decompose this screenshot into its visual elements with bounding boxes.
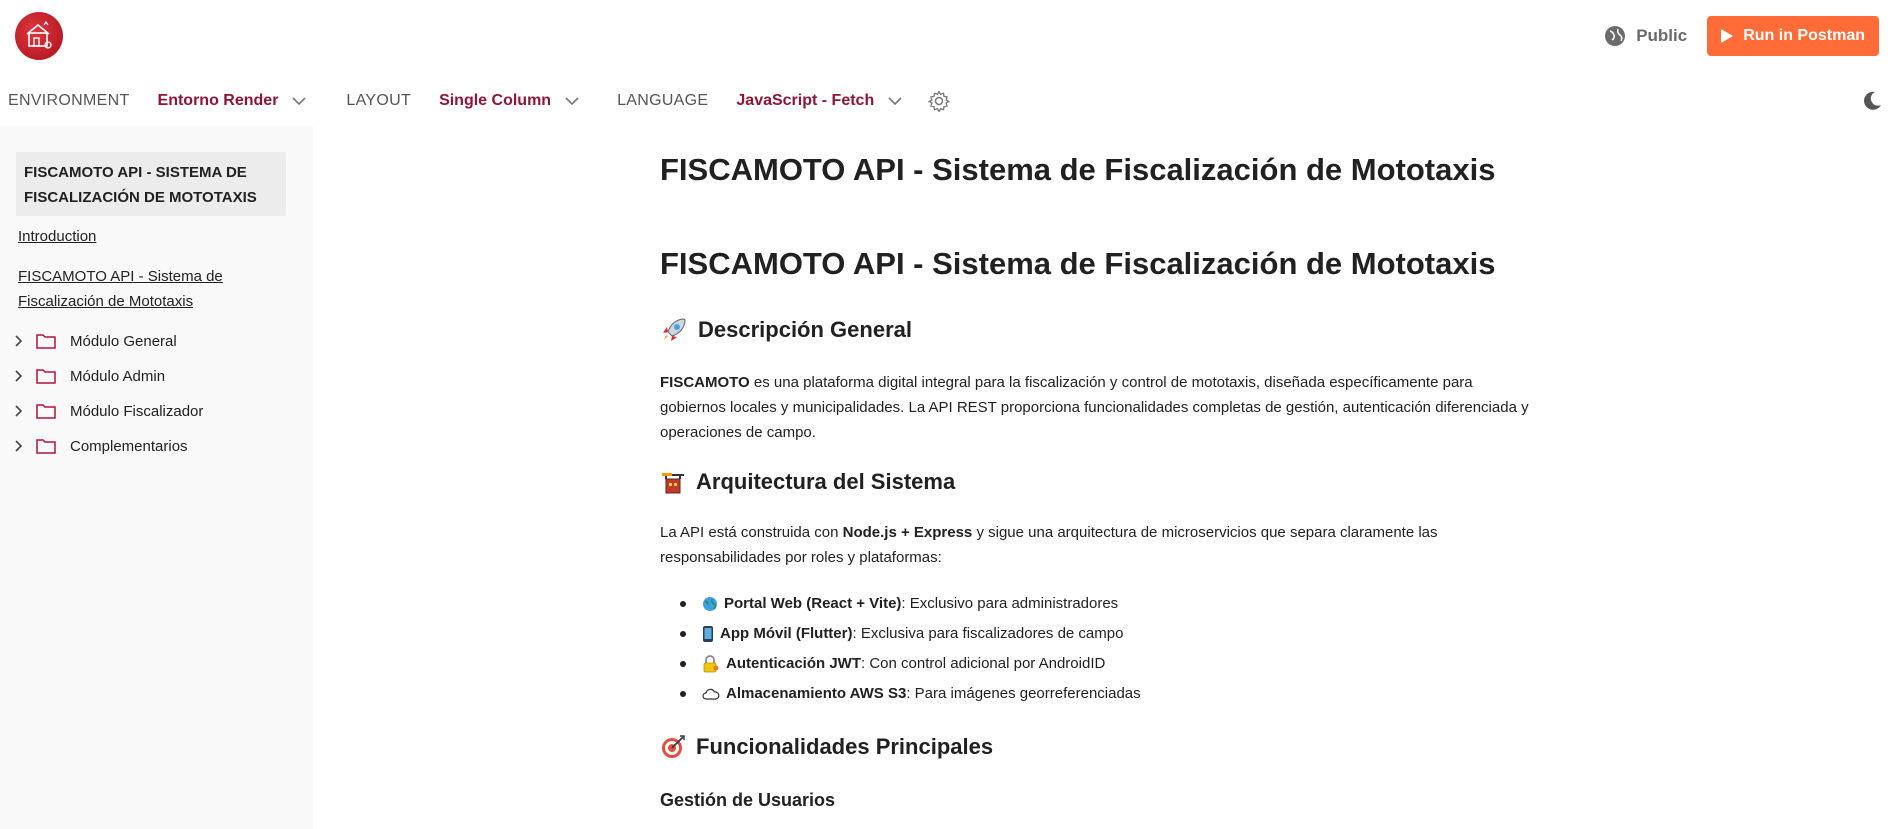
play-icon <box>1721 29 1734 43</box>
fiscamoto-logo-icon <box>26 20 52 49</box>
cloud-icon <box>702 688 720 700</box>
visibility-label: Public <box>1636 26 1688 45</box>
theme-toggle[interactable] <box>1861 90 1883 117</box>
feature-text: : Exclusiva para fiscalizadores de campo <box>852 625 1124 642</box>
moon-icon <box>1864 91 1881 110</box>
environment-dropdown[interactable]: Entorno Render <box>158 92 307 110</box>
paragraph-text: es una plataforma digital integral para … <box>660 374 1529 441</box>
description-paragraph: FISCAMOTO es una plataforma digital inte… <box>660 370 1540 445</box>
visibility-indicator[interactable]: Public <box>1604 25 1687 47</box>
feature-text: : Para imágenes georreferenciadas <box>906 685 1141 702</box>
direct-hit-icon <box>662 735 685 758</box>
header-actions: Public Run in Postman <box>1604 16 1879 56</box>
section-heading-funcionalidades: Funcionalidades Principales <box>660 734 993 760</box>
subsection-heading: Gestión de Usuarios <box>660 790 836 810</box>
list-item: App Móvil (Flutter): Exclusiva para fisc… <box>680 619 1141 649</box>
list-item: Autenticación JWT: Con control adicional… <box>680 649 1141 679</box>
sidebar-folder-modulo-fiscalizador[interactable]: Módulo Fiscalizador <box>12 396 203 426</box>
folder-icon <box>36 334 56 349</box>
chevron-right-icon <box>15 405 23 417</box>
bold-text: FISCAMOTO <box>660 374 750 391</box>
feature-title: App Móvil (Flutter) <box>720 625 853 642</box>
globe-icon <box>1605 26 1626 46</box>
chevron-down-icon <box>888 96 902 105</box>
layout-label: LAYOUT <box>346 92 412 109</box>
sidebar-folder-label: Módulo Fiscalizador <box>70 402 204 420</box>
layout-value: Single Column <box>439 92 552 109</box>
folder-icon <box>36 369 56 384</box>
folder-icon <box>36 439 56 454</box>
settings-bar: ENVIRONMENT Entorno Render LAYOUT Single… <box>0 80 1895 122</box>
section-heading-arquitectura: Arquitectura del Sistema <box>660 469 955 495</box>
feature-list: Portal Web (React + Vite): Exclusivo par… <box>680 589 1141 709</box>
feature-title: Portal Web (React + Vite) <box>724 595 902 612</box>
run-in-postman-button[interactable]: Run in Postman <box>1707 16 1879 56</box>
environment-value: Entorno Render <box>157 92 279 109</box>
chevron-down-icon <box>565 96 579 105</box>
layout-dropdown[interactable]: Single Column <box>439 92 579 110</box>
sidebar-folder-modulo-admin[interactable]: Módulo Admin <box>12 361 165 391</box>
top-header: Public Run in Postman <box>0 0 1895 72</box>
section-title: Descripción General <box>698 317 912 342</box>
architecture-paragraph: La API está construida con Node.js + Exp… <box>660 520 1540 570</box>
list-item: Portal Web (React + Vite): Exclusivo par… <box>680 589 1141 619</box>
sidebar-folder-modulo-general[interactable]: Módulo General <box>12 326 177 356</box>
rocket-icon <box>663 318 686 341</box>
section-heading-descripcion: Descripción General <box>660 316 912 344</box>
chevron-right-icon <box>15 440 23 452</box>
list-item: Almacenamiento AWS S3: Para imágenes geo… <box>680 679 1141 709</box>
bold-text: Node.js + Express <box>842 524 973 541</box>
language-value: JavaScript - Fetch <box>736 92 875 109</box>
run-button-label: Run in Postman <box>1743 27 1865 44</box>
settings-button[interactable] <box>928 90 951 112</box>
chevron-right-icon <box>15 335 23 347</box>
section-title: Funcionalidades Principales <box>696 734 994 759</box>
logo[interactable] <box>15 12 63 60</box>
feature-title: Autenticación JWT <box>726 655 862 672</box>
building-construction-icon <box>662 473 684 494</box>
environment-label: ENVIRONMENT <box>8 92 130 109</box>
feature-text: : Exclusivo para administradores <box>901 595 1119 612</box>
sidebar-folder-label: Complementarios <box>70 437 188 455</box>
globe-icon <box>703 597 717 611</box>
sidebar-folder-complementarios[interactable]: Complementarios <box>12 431 188 461</box>
folder-icon <box>36 404 56 419</box>
section-title: Arquitectura del Sistema <box>696 469 956 494</box>
sidebar: FISCAMOTO API - SISTEMA DE FISCALIZACIÓN… <box>0 126 313 829</box>
sidebar-link-overview[interactable]: FISCAMOTO API - Sistema de Fiscalización… <box>18 264 278 314</box>
sidebar-folder-label: Módulo General <box>70 332 177 350</box>
chevron-down-icon <box>292 96 306 105</box>
language-label: LANGUAGE <box>617 92 709 109</box>
mobile-phone-icon <box>703 626 713 642</box>
paragraph-text: La API está construida con <box>660 524 843 541</box>
lock-key-icon <box>703 655 719 673</box>
page-title: FISCAMOTO API - Sistema de Fiscalización… <box>660 152 1496 187</box>
feature-text: : Con control adicional por AndroidID <box>861 655 1106 672</box>
sidebar-folder-label: Módulo Admin <box>70 367 166 385</box>
gear-icon <box>928 90 951 112</box>
chevron-right-icon <box>15 370 23 382</box>
language-dropdown[interactable]: JavaScript - Fetch <box>736 92 902 110</box>
sidebar-link-introduction[interactable]: Introduction <box>18 224 96 249</box>
document-heading: FISCAMOTO API - Sistema de Fiscalización… <box>660 246 1496 281</box>
feature-title: Almacenamiento AWS S3 <box>726 685 907 702</box>
sidebar-active-item[interactable]: FISCAMOTO API - SISTEMA DE FISCALIZACIÓN… <box>16 152 286 216</box>
